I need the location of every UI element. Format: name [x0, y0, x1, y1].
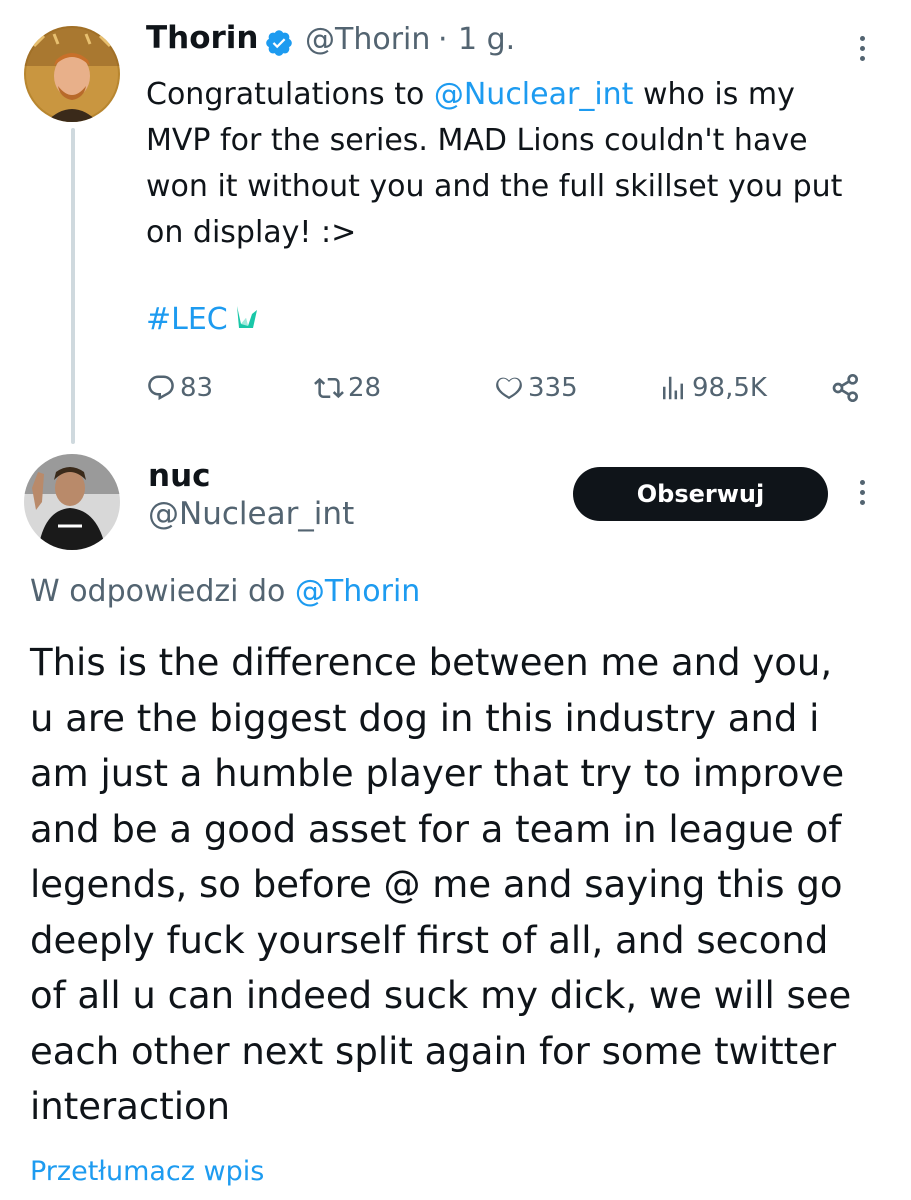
- author-handle[interactable]: @Thorin: [305, 22, 430, 57]
- replying-to-label: W odpowiedzi do: [30, 574, 295, 609]
- meta-separator: ·: [438, 22, 448, 57]
- tweet-time[interactable]: 1 g.: [458, 22, 515, 57]
- views-count: 98,5K: [692, 373, 767, 403]
- thorin-avatar[interactable]: [24, 26, 120, 122]
- share-action[interactable]: [830, 368, 866, 408]
- nuc-avatar[interactable]: [24, 454, 120, 550]
- more-options-icon[interactable]: [860, 36, 868, 66]
- lec-emoji: [236, 303, 258, 338]
- like-count: 335: [528, 373, 578, 403]
- mention-link[interactable]: @Nuclear_int: [434, 77, 634, 112]
- replying-to-link[interactable]: @Thorin: [295, 574, 420, 609]
- author-name[interactable]: Thorin: [146, 20, 259, 56]
- reply-icon: [148, 375, 174, 401]
- hashtag-link[interactable]: #LEC: [146, 302, 228, 337]
- tweet-text: Congratulations to @Nuclear_int who is m…: [146, 72, 876, 256]
- retweet-icon: [314, 377, 344, 399]
- retweet-count: 28: [348, 373, 382, 403]
- reply-author-handle[interactable]: @Nuclear_int: [148, 496, 354, 532]
- reply-action[interactable]: 83: [146, 368, 213, 408]
- reply-text: This is the difference between me and yo…: [30, 641, 852, 1128]
- share-icon: [832, 374, 858, 402]
- views-icon: [663, 376, 683, 400]
- tweet-text-part: Congratulations to: [146, 77, 434, 112]
- translate-link[interactable]: Przetłumacz wpis: [30, 1156, 264, 1187]
- reply-more-options-icon[interactable]: [860, 480, 868, 510]
- reply-count: 83: [180, 373, 214, 403]
- hashtag-row: #LEC: [146, 302, 258, 338]
- replying-to: W odpowiedzi do @Thorin: [30, 574, 420, 609]
- thread-line: [71, 128, 75, 444]
- like-action[interactable]: 335: [494, 368, 578, 408]
- follow-button[interactable]: Obserwuj: [573, 467, 828, 521]
- retweet-action[interactable]: 28: [314, 368, 381, 408]
- verified-badge-icon: [264, 28, 294, 58]
- views-action[interactable]: 98,5K: [658, 368, 767, 408]
- reply-author-name[interactable]: nuc: [148, 458, 211, 494]
- like-icon: [496, 377, 522, 400]
